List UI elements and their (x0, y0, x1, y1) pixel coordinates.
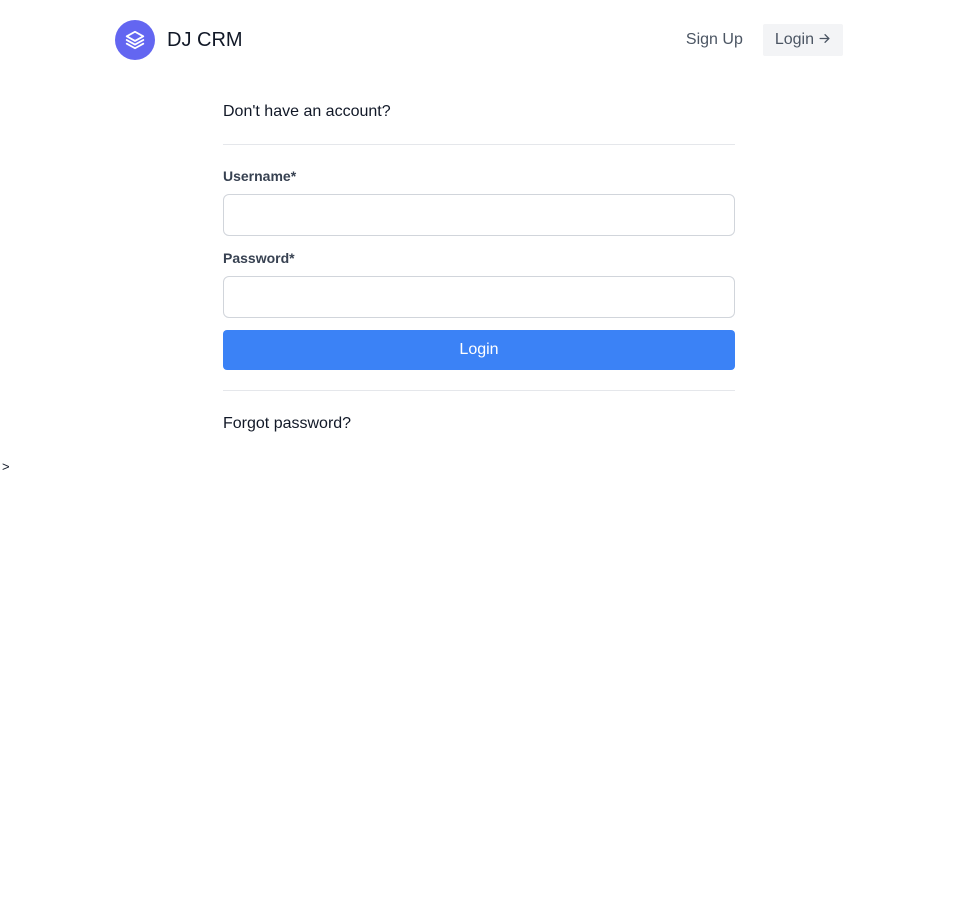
signup-prompt-link[interactable]: Don't have an account? (223, 100, 735, 124)
login-submit-button[interactable]: Login (223, 330, 735, 370)
arrow-right-icon (818, 32, 831, 49)
login-page: DJ CRM Sign Up Login Don't have an accou… (0, 0, 956, 915)
username-label: Username* (223, 168, 297, 184)
login-nav-label: Login (774, 31, 814, 48)
username-input[interactable] (223, 194, 735, 236)
forgot-password-link[interactable]: Forgot password? (223, 412, 735, 436)
brand[interactable]: DJ CRM (115, 20, 243, 60)
divider (223, 390, 735, 391)
stray-text: > (2, 459, 10, 474)
password-input[interactable] (223, 276, 735, 318)
layers-icon (115, 20, 155, 60)
brand-name: DJ CRM (167, 28, 243, 51)
header-nav: Sign Up Login (686, 24, 843, 56)
password-label: Password* (223, 250, 295, 266)
signup-link[interactable]: Sign Up (686, 31, 743, 49)
divider (223, 144, 735, 145)
login-nav-button[interactable]: Login (762, 24, 843, 56)
login-form: Don't have an account? Username* Passwor… (223, 100, 735, 436)
